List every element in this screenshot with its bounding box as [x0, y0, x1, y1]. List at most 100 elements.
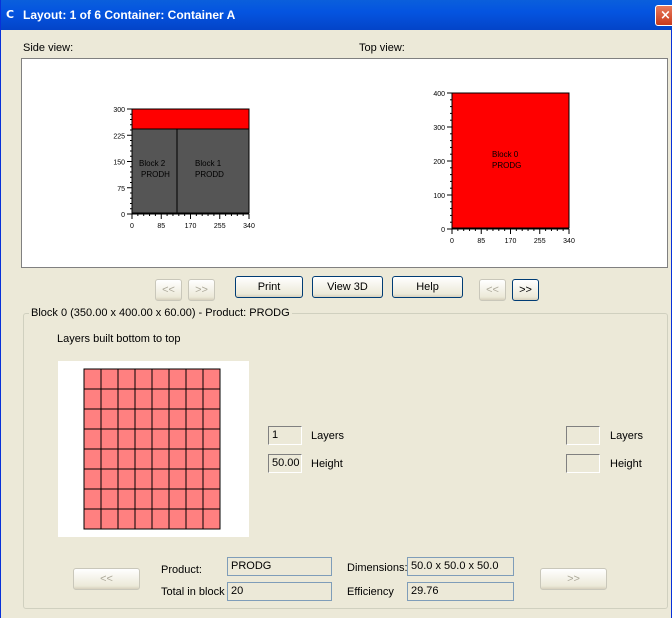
layers-count-field[interactable]: 1 — [268, 426, 302, 445]
print-button[interactable]: Print — [235, 276, 303, 298]
efficiency-label: Efficiency — [347, 586, 394, 598]
top-y-tick-label: 300 — [433, 125, 445, 132]
layer-cell — [134, 388, 153, 410]
top-y-tick-label: 400 — [433, 91, 445, 98]
layer-cell — [134, 408, 153, 430]
layer-cell — [83, 428, 102, 450]
total-in-block-field: 20 — [227, 582, 332, 601]
close-button[interactable]: × — [655, 5, 672, 26]
window-title: Layout: 1 of 6 Container: Container A — [23, 8, 236, 22]
layer-cell — [202, 468, 221, 490]
total-in-block-label: Total in block — [161, 586, 225, 598]
side-block-2-name: Block 2 — [139, 159, 166, 168]
layer-cell — [202, 368, 221, 390]
top-block-0-name: Block 0 — [492, 150, 519, 159]
layer-cell — [151, 388, 170, 410]
help-button[interactable]: Help — [392, 276, 463, 298]
layer-cell — [83, 508, 102, 530]
layer-cell — [168, 428, 187, 450]
layer-cell — [100, 468, 119, 490]
product-field: PRODG — [227, 557, 332, 576]
layer-cell — [151, 368, 170, 390]
layer-cell — [100, 368, 119, 390]
layer-cell — [168, 368, 187, 390]
side-view-label: Side view: — [23, 42, 74, 54]
layer-cell — [151, 428, 170, 450]
layer-cell — [83, 488, 102, 510]
top-block-0-product: PRODG — [492, 161, 521, 170]
side-y-tick-label: 300 — [113, 107, 125, 114]
side-y-tick-label: 75 — [117, 186, 125, 193]
side-block-1-name: Block 1 — [195, 159, 222, 168]
layer-cell — [151, 408, 170, 430]
layer-cell — [134, 488, 153, 510]
prev-product-button[interactable]: << — [73, 568, 140, 590]
layer-cell — [83, 368, 102, 390]
top-y-tick-label: 200 — [433, 159, 445, 166]
layer-cell — [185, 468, 204, 490]
title-bar[interactable]: C Layout: 1 of 6 Container: Container A … — [1, 0, 672, 30]
top-x-tick-label: 0 — [450, 238, 454, 245]
layer-cell — [202, 388, 221, 410]
top-x-tick-label: 85 — [477, 238, 485, 245]
next-block-button[interactable]: >> — [512, 279, 539, 301]
side-view-diagram: 300225150750 0 85 170 255 340 Block 2 PRODH … — [113, 107, 255, 230]
layer-cell — [134, 428, 153, 450]
layer-cell — [202, 408, 221, 430]
views-panel: 300 225 150 75 0 0 85 170 255 340 Block 2 PRODH … — [21, 58, 668, 268]
side-x-tick-label: 0 — [130, 223, 134, 230]
next-product-button[interactable]: >> — [540, 568, 607, 590]
side-y-tick-label: 0 — [121, 212, 125, 219]
prev-block-button[interactable]: << — [479, 279, 506, 301]
block-group-title: Block 0 (350.00 x 400.00 x 60.00) - Prod… — [29, 307, 292, 319]
layer-cell — [83, 448, 102, 470]
layers-label: Layers — [311, 430, 345, 442]
layer-cell — [185, 368, 204, 390]
layer-cell — [117, 368, 136, 390]
layer-cell — [117, 408, 136, 430]
next-layout-button[interactable]: >> — [188, 279, 215, 301]
side-x-tick-label: 170 — [185, 223, 197, 230]
top-view-diagram: 400 300 200 100 0 0 85 170 255 340 Block 0 PRODG — [433, 91, 575, 245]
prev-layout-button[interactable]: << — [155, 279, 182, 301]
dimensions-field: 50.0 x 50.0 x 50.0 — [407, 557, 514, 576]
right-layers-label: Layers — [610, 430, 644, 442]
height-field[interactable]: 50.00 — [268, 454, 302, 473]
layer-cell — [134, 368, 153, 390]
top-view-label: Top view: — [359, 42, 405, 54]
layer-cell — [117, 448, 136, 470]
layer-cell — [100, 428, 119, 450]
layer-cell — [117, 428, 136, 450]
layer-cell — [100, 488, 119, 510]
height-label: Height — [311, 458, 343, 470]
top-y-tick-label: 100 — [433, 193, 445, 200]
layer-cell — [151, 488, 170, 510]
right-height-field[interactable] — [566, 454, 600, 473]
top-x-tick-label: 340 — [563, 238, 575, 245]
efficiency-field: 29.76 — [407, 582, 514, 601]
side-block-1-product: PRODD — [195, 170, 224, 179]
right-layers-field[interactable] — [566, 426, 600, 445]
layer-cell — [83, 408, 102, 430]
layer-cell — [100, 388, 119, 410]
dimensions-label: Dimensions: — [347, 562, 408, 574]
layer-cell — [202, 428, 221, 450]
layer-cell — [168, 408, 187, 430]
layer-cell — [151, 508, 170, 530]
product-label: Product: — [161, 564, 202, 576]
layer-cell — [134, 468, 153, 490]
layer-cell — [168, 468, 187, 490]
side-x-tick-label: 255 — [214, 223, 226, 230]
side-x-tick-label: 85 — [157, 223, 165, 230]
view-3d-button[interactable]: View 3D — [312, 276, 383, 298]
layers-note: Layers built bottom to top — [57, 333, 181, 345]
layer-cell — [185, 428, 204, 450]
layout-window: C Layout: 1 of 6 Container: Container A … — [0, 0, 672, 618]
layer-cell — [134, 448, 153, 470]
side-top-block — [131, 108, 250, 130]
right-height-label: Height — [610, 458, 642, 470]
app-icon: C — [6, 8, 15, 21]
layer-cell — [168, 388, 187, 410]
layer-cell — [100, 508, 119, 530]
layer-cell — [117, 388, 136, 410]
